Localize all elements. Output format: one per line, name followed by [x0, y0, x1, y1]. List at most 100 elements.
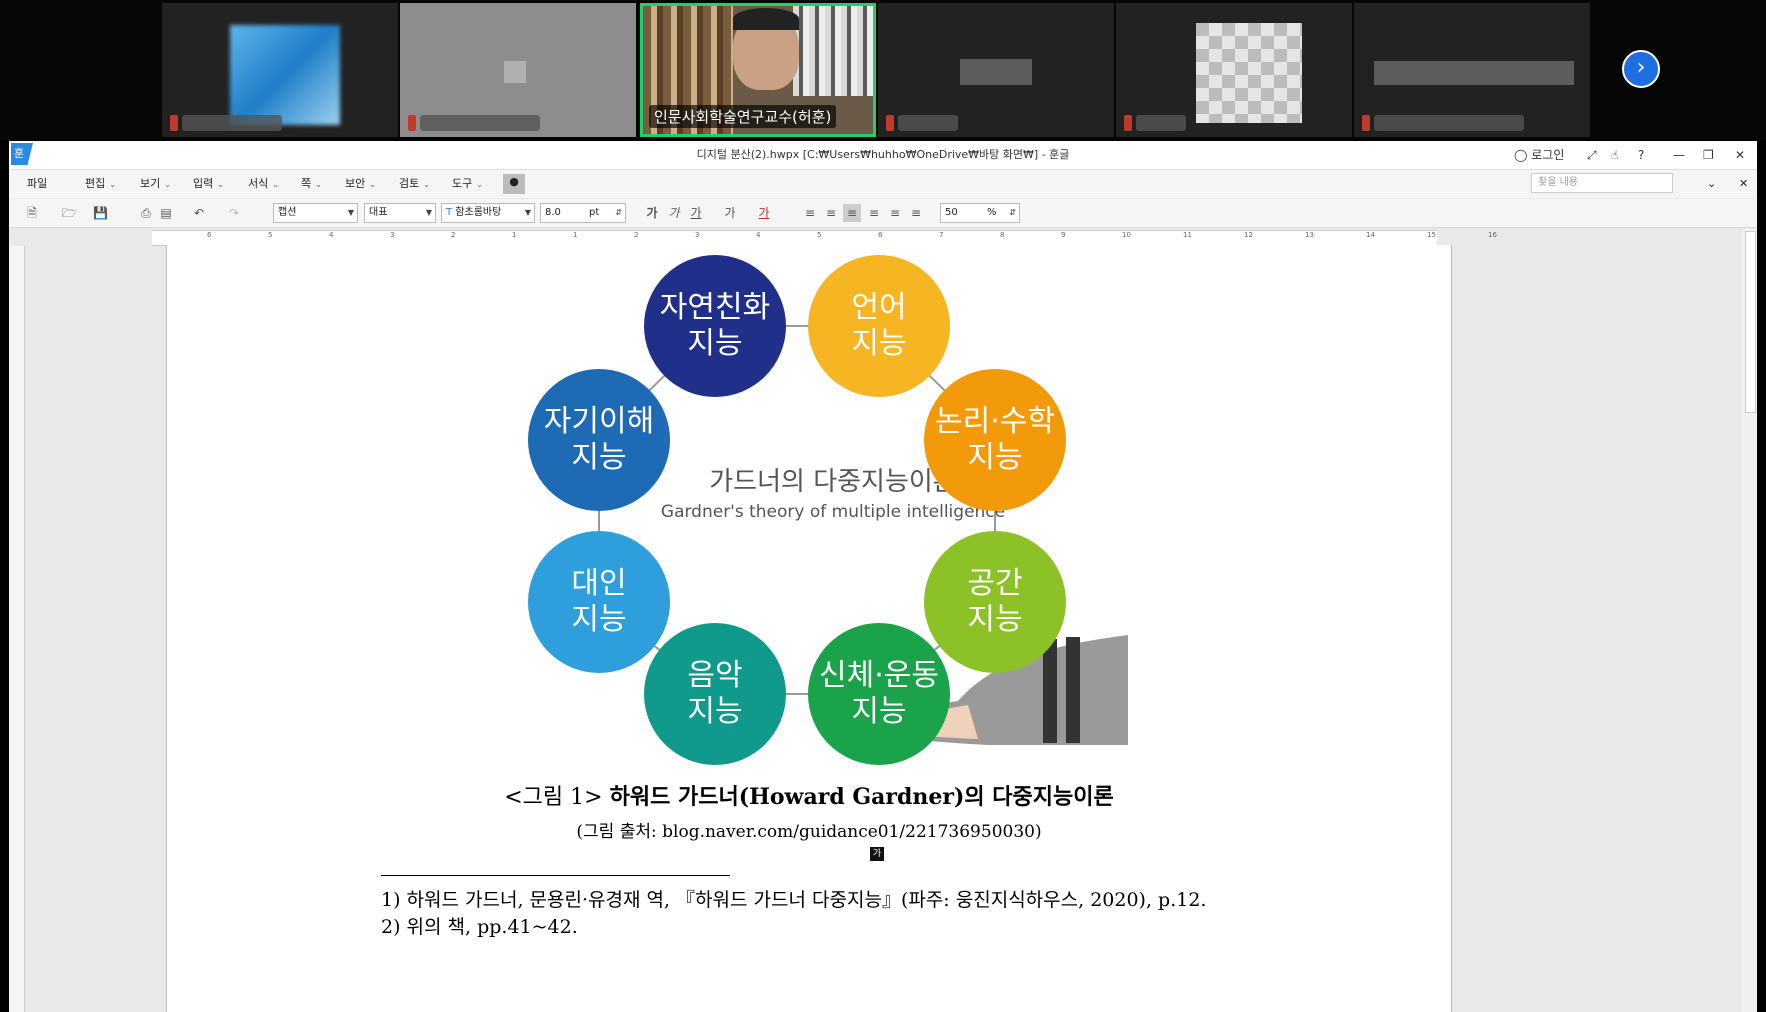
intelligence-circle: 자기이해 지능 — [528, 369, 670, 511]
multiple-intelligence-figure: 가드너의 다중지능이론 Gardner's theory of multiple… — [528, 245, 1128, 765]
menu-tools-label: 도구 — [452, 177, 473, 190]
ruler-number: 5 — [268, 231, 273, 239]
undo-icon[interactable]: ↶ — [192, 204, 206, 222]
language-select[interactable]: 대표 ▼ — [364, 203, 436, 223]
font-size-unit: pt — [589, 207, 600, 218]
blurred-name-card — [1374, 61, 1574, 85]
vertical-scrollbar[interactable] — [1742, 229, 1757, 1012]
ime-cursor-indicator: 가 — [870, 847, 884, 861]
menu-tools[interactable]: 도구 ⌄ — [452, 176, 483, 192]
help-icon[interactable]: ? — [1638, 145, 1644, 165]
font-select[interactable]: T 함초롬바탕 ▼ — [441, 203, 535, 223]
fullscreen-icon[interactable]: ⤢ — [1587, 145, 1597, 165]
bold-button[interactable]: 가 — [645, 204, 659, 222]
ribbon-toggle-icon[interactable]: ⌄ — [1707, 176, 1716, 192]
ruler-number: 11 — [1183, 231, 1192, 239]
participant-tile[interactable] — [162, 3, 398, 137]
participant-name-blurred — [1136, 115, 1186, 131]
formatting-toolbar: 🗎 🗁 💾 ⎙ ▤ ↶ ↷ 캡션 ▼ 대표 ▼ T 함초롬바탕 ▼ 8.0 pt ⇵ 가 … — [9, 199, 1757, 228]
align-right-icon[interactable]: ≡ — [867, 204, 881, 222]
minimize-button[interactable]: — — [1673, 145, 1685, 165]
footnote-2: 2) 위의 책, pp.41~42. — [381, 916, 578, 938]
new-document-icon[interactable]: 🗎 — [25, 204, 39, 222]
intelligence-circle: 자연친화 지능 — [644, 255, 786, 397]
blurred-avatar — [504, 61, 526, 83]
align-center-icon[interactable]: ≡ — [843, 204, 861, 222]
close-button[interactable]: ✕ — [1735, 145, 1745, 165]
participant-tile[interactable] — [1354, 3, 1590, 137]
touch-mode-icon[interactable]: ☝ — [1611, 145, 1618, 165]
strikethrough-button[interactable]: 가 — [723, 204, 737, 222]
next-page-button[interactable]: › — [1622, 50, 1660, 88]
align-justify-icon[interactable]: ≡ — [803, 204, 817, 222]
menu-bar: 파일 편집 ⌄ 보기 ⌄ 입력 ⌄ 서식 ⌄ 쪽 ⌄ 보안 ⌄ 검토 ⌄ 도구 ⌄ ● 찾을 내… — [9, 170, 1757, 198]
language-value: 대표 — [369, 207, 388, 218]
style-select[interactable]: 캡션 ▼ — [273, 203, 358, 223]
ruler-number: 1 — [573, 231, 578, 239]
menu-edit[interactable]: 편집 ⌄ — [85, 176, 116, 192]
menu-file[interactable]: 파일 — [27, 176, 47, 192]
ruler-number: 14 — [1366, 231, 1375, 239]
participant-tile[interactable] — [1116, 3, 1352, 137]
mic-muted-icon — [1362, 115, 1370, 131]
horizontal-ruler[interactable]: 6 5 4 3 2 1 1 2 3 4 5 6 7 8 9 10 11 12 13 14 15 16 — [152, 230, 1497, 246]
align-left-icon[interactable]: ≡ — [824, 204, 838, 222]
menu-format[interactable]: 서식 ⌄ — [248, 176, 279, 192]
document-page[interactable]: 가드너의 다중지능이론 Gardner's theory of multiple… — [166, 245, 1452, 1012]
menu-review-label: 검토 — [399, 177, 420, 190]
footnote-1: 1) 하워드 가드너, 문용린·유경재 역, 『하워드 가드너 다중지능』(파주… — [381, 889, 1207, 911]
ruler-number: 7 — [939, 231, 944, 239]
menu-file-label: 파일 — [27, 177, 48, 190]
find-input[interactable]: 찾을 내용 — [1531, 173, 1673, 193]
zoom-input[interactable]: 50% ⇵ — [940, 203, 1020, 223]
ribbon-close-icon[interactable]: ✕ — [1739, 176, 1748, 192]
ruler-number: 2 — [451, 231, 456, 239]
underline-button[interactable]: 가 — [689, 204, 703, 222]
restore-button[interactable]: ❐ — [1703, 145, 1714, 165]
figure-caption: <그림 1> 하워드 가드너(Howard Gardner)의 다중지능이론 — [167, 779, 1451, 811]
participant-name-blurred — [420, 115, 540, 131]
blurred-avatar — [230, 25, 340, 125]
mic-muted-icon — [1124, 115, 1132, 131]
font-color-button[interactable]: 가 — [757, 204, 771, 222]
footnote-separator — [381, 875, 730, 876]
print-icon[interactable]: ⎙ — [139, 204, 153, 222]
style-value: 캡션 — [278, 207, 297, 218]
open-folder-icon[interactable]: 🗁 — [61, 204, 77, 222]
ruler-number: 12 — [1244, 231, 1253, 239]
active-speaker-tile[interactable]: 인문사회학술연구교수(허훈) — [640, 3, 876, 137]
active-participant-name: 인문사회학술연구교수(허훈) — [649, 105, 837, 128]
intelligence-circle: 대인 지능 — [528, 531, 670, 673]
login-button[interactable]: ◯ 로그인 — [1514, 145, 1564, 165]
menu-page[interactable]: 쪽 ⌄ — [301, 176, 322, 192]
align-split-icon[interactable]: ≡ — [909, 204, 923, 222]
save-icon[interactable]: 💾 — [93, 204, 108, 222]
caption-title: 하워드 가드너(Howard Gardner)의 다중지능이론 — [609, 784, 1114, 810]
blurred-name-card — [960, 59, 1032, 85]
voice-icon[interactable]: ● — [503, 174, 525, 194]
spinner-icon: ⇵ — [1009, 208, 1016, 217]
menu-view[interactable]: 보기 ⌄ — [140, 176, 171, 192]
italic-button[interactable]: 가 — [667, 204, 681, 222]
participant-tile[interactable] — [400, 3, 636, 137]
intelligence-circle: 신체·운동 지능 — [808, 623, 950, 765]
mic-muted-icon — [170, 115, 178, 131]
participant-strip: 인문사회학술연구교수(허훈) › — [0, 0, 1766, 140]
menu-insert[interactable]: 입력 ⌄ — [193, 176, 224, 192]
mic-muted-icon — [408, 115, 416, 131]
font-size-input[interactable]: 8.0 pt ⇵ — [540, 203, 626, 223]
intelligence-circle: 음악 지능 — [644, 623, 786, 765]
caret-down-icon: ⌄ — [109, 180, 116, 189]
vertical-ruler[interactable] — [9, 246, 25, 1012]
spinner-icon: ⇵ — [615, 208, 622, 217]
scrollbar-thumb[interactable] — [1745, 231, 1756, 413]
window-title: 디지털 분산(2).hwpx [C:₩Users₩huhho₩OneDrive₩… — [696, 148, 1070, 161]
menu-review[interactable]: 검토 ⌄ — [399, 176, 430, 192]
menu-security[interactable]: 보안 ⌄ — [345, 176, 376, 192]
redo-icon[interactable]: ↷ — [227, 204, 241, 222]
intelligence-circle: 언어 지능 — [808, 255, 950, 397]
print-preview-icon[interactable]: ▤ — [159, 204, 173, 222]
hwp-window: 훈 디지털 분산(2).hwpx [C:₩Users₩huhho₩OneDriv… — [9, 141, 1757, 1012]
align-distribute-icon[interactable]: ≡ — [888, 204, 902, 222]
participant-tile[interactable] — [878, 3, 1114, 137]
